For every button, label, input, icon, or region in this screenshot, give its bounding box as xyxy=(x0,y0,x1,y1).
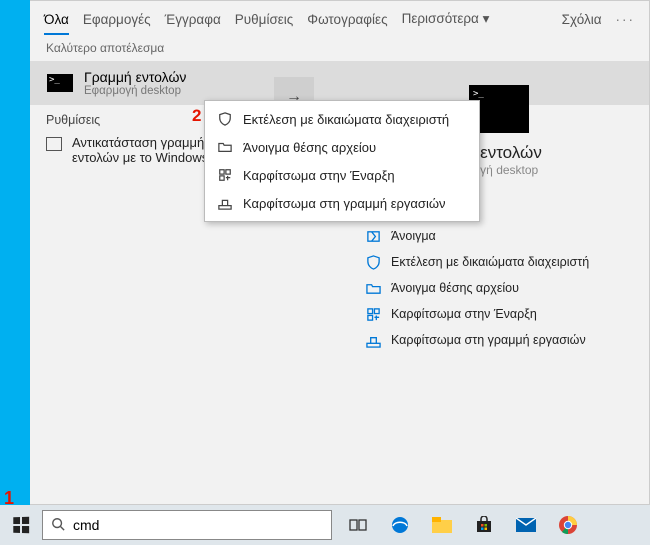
cmd-icon: >_ xyxy=(46,72,74,94)
edge-icon[interactable] xyxy=(388,513,412,537)
tab-settings[interactable]: Ρυθμίσεις xyxy=(235,12,294,27)
accent-bar xyxy=(0,0,30,545)
open-icon xyxy=(365,228,381,244)
folder-icon xyxy=(217,139,233,155)
taskview-icon[interactable] xyxy=(346,513,370,537)
tab-docs[interactable]: Έγγραφα xyxy=(165,12,221,27)
chrome-icon[interactable] xyxy=(556,513,580,537)
pin-start-icon xyxy=(365,306,381,322)
action-pin-start[interactable]: Καρφίτσωμα στην Έναρξη xyxy=(359,301,639,327)
section-best-match: Καλύτερο αποτέλεσμα xyxy=(30,35,649,61)
tab-photos[interactable]: Φωτογραφίες xyxy=(307,12,387,27)
result-text: Γραμμή εντολών Εφαρμογή desktop xyxy=(84,69,186,97)
pin-start-icon xyxy=(217,167,233,183)
shield-icon xyxy=(365,254,381,270)
store-icon[interactable] xyxy=(472,513,496,537)
search-input[interactable] xyxy=(73,517,323,533)
search-panel: Όλα Εφαρμογές Έγγραφα Ρυθμίσεις Φωτογραφ… xyxy=(30,0,650,505)
explorer-icon[interactable] xyxy=(430,513,454,537)
ctx-pin-taskbar[interactable]: Καρφίτσωμα στη γραμμή εργασιών xyxy=(205,189,479,217)
detail-actions: Άνοιγμα Εκτέλεση με δικαιώματα διαχειρισ… xyxy=(359,223,639,353)
tab-all[interactable]: Όλα xyxy=(44,12,69,35)
search-box[interactable] xyxy=(42,510,332,540)
action-open[interactable]: Άνοιγμα xyxy=(359,223,639,249)
tab-overflow[interactable]: ··· xyxy=(616,12,636,27)
folder-icon xyxy=(365,280,381,296)
search-icon xyxy=(51,517,65,534)
tab-more[interactable]: Περισσότερα ▾ xyxy=(402,11,490,27)
context-menu: Εκτέλεση με δικαιώματα διαχειριστή Άνοιγ… xyxy=(204,100,480,222)
monitor-icon xyxy=(46,137,62,151)
ctx-open-location[interactable]: Άνοιγμα θέσης αρχείου xyxy=(205,133,479,161)
tab-comments[interactable]: Σχόλια xyxy=(562,12,602,27)
taskbar xyxy=(0,505,650,545)
ctx-run-admin[interactable]: Εκτέλεση με δικαιώματα διαχειριστή xyxy=(205,105,479,133)
windows-icon xyxy=(13,517,29,533)
action-pin-taskbar[interactable]: Καρφίτσωμα στη γραμμή εργασιών xyxy=(359,327,639,353)
pin-taskbar-icon xyxy=(365,332,381,348)
result-title: Γραμμή εντολών xyxy=(84,69,186,85)
start-button[interactable] xyxy=(0,505,42,545)
annotation-1: 1 xyxy=(4,488,14,509)
taskbar-icons xyxy=(346,513,580,537)
mail-icon[interactable] xyxy=(514,513,538,537)
action-open-location[interactable]: Άνοιγμα θέσης αρχείου xyxy=(359,275,639,301)
tab-apps[interactable]: Εφαρμογές xyxy=(83,12,151,27)
ctx-pin-start[interactable]: Καρφίτσωμα στην Έναρξη xyxy=(205,161,479,189)
shield-icon xyxy=(217,111,233,127)
result-subtitle: Εφαρμογή desktop xyxy=(84,85,186,97)
annotation-2: 2 xyxy=(192,106,201,126)
filter-tabs: Όλα Εφαρμογές Έγγραφα Ρυθμίσεις Φωτογραφ… xyxy=(30,1,649,35)
action-run-admin[interactable]: Εκτέλεση με δικαιώματα διαχειριστή xyxy=(359,249,639,275)
pin-taskbar-icon xyxy=(217,195,233,211)
